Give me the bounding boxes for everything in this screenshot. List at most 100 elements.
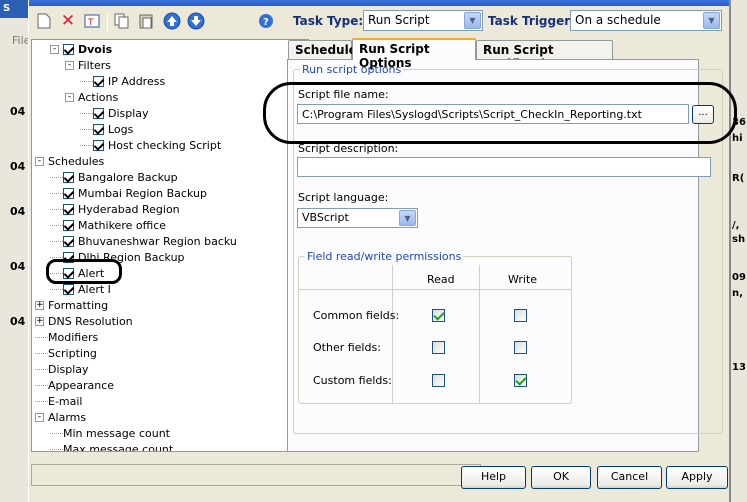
tree-item[interactable]: Mathikere office <box>50 217 166 233</box>
tree-item[interactable]: - Actions <box>65 89 118 105</box>
task-dialog: ✕ T ? Task Type: Run Script ▼ Task Trigg… <box>28 0 737 502</box>
tab-run-script-notification[interactable]: Run Script Notification <box>476 40 613 71</box>
ok-button[interactable]: OK <box>531 466 591 489</box>
background-row-number: 04 <box>10 260 26 273</box>
tree-item-label: Scripting <box>48 346 97 360</box>
rename-icon[interactable]: T <box>83 12 101 30</box>
other-fields-write-checkbox[interactable] <box>514 341 527 354</box>
tree-item-label: Host checking Script <box>108 138 222 152</box>
tree-item-checkbox[interactable] <box>93 75 104 87</box>
tree-item[interactable]: Logs <box>80 121 133 137</box>
expand-icon[interactable]: + <box>35 316 44 326</box>
tree-connector <box>35 352 48 354</box>
collapse-icon[interactable]: - <box>50 44 59 54</box>
background-fragment: /, <box>732 220 740 231</box>
tree-item[interactable]: Appearance <box>35 377 114 393</box>
tree-item-label: Logs <box>108 122 134 136</box>
background-window-left: S File 04 04 04 04 04 <box>0 0 30 502</box>
move-up-icon[interactable] <box>163 12 181 30</box>
tree-item-checkbox[interactable] <box>93 139 104 151</box>
custom-fields-write-checkbox[interactable] <box>514 374 527 387</box>
tree-item[interactable]: Display <box>35 361 89 377</box>
common-fields-read-checkbox[interactable] <box>432 309 445 322</box>
copy-icon[interactable] <box>113 12 131 30</box>
new-icon[interactable] <box>35 12 53 30</box>
paste-icon[interactable] <box>137 12 155 30</box>
permissions-divider <box>479 265 480 403</box>
tab-run-script-options[interactable]: Run Script Options <box>352 38 476 70</box>
tree-connector <box>80 144 93 146</box>
tree-connector <box>50 288 63 290</box>
permissions-title: Field read/write permissions <box>305 250 464 263</box>
tree-item-label: Modifiers <box>48 330 99 344</box>
help-icon[interactable]: ? <box>257 12 275 30</box>
tree-item[interactable]: - Alarms <box>35 409 86 425</box>
status-bar <box>31 464 481 486</box>
tree-item[interactable]: - Schedules <box>35 153 104 169</box>
tree-item[interactable]: + Formatting <box>35 297 108 313</box>
task-trigger-select[interactable]: On a schedule ▼ <box>570 10 722 31</box>
tree-item-label: Mathikere office <box>78 218 167 232</box>
tree-item-label: E-mail <box>48 394 83 408</box>
tree-item[interactable]: Min message count <box>50 425 170 441</box>
tree-item-checkbox[interactable] <box>63 43 74 55</box>
tree-item[interactable]: - Dvois <box>50 41 112 57</box>
move-down-icon[interactable] <box>187 12 205 30</box>
tree-item[interactable]: Max message count <box>50 441 173 451</box>
tree-item-label: Appearance <box>48 378 115 392</box>
tree-item-label: Dvois <box>78 42 113 56</box>
tree-item[interactable]: IP Address <box>80 73 165 89</box>
tree-item[interactable]: Bangalore Backup <box>50 169 178 185</box>
collapse-icon[interactable]: - <box>35 412 44 422</box>
tree-item-checkbox[interactable] <box>63 203 74 215</box>
tree-connector <box>50 176 63 178</box>
background-row-number: 04 <box>10 315 26 328</box>
help-button[interactable]: Help <box>461 466 526 489</box>
other-fields-read-checkbox[interactable] <box>432 341 445 354</box>
apply-button[interactable]: Apply <box>666 466 728 489</box>
tree-item[interactable]: Host checking Script <box>80 137 221 153</box>
cancel-button[interactable]: Cancel <box>597 466 662 489</box>
tree-item[interactable]: + DNS Resolution <box>35 313 133 329</box>
task-type-select[interactable]: Run Script ▼ <box>363 10 483 31</box>
task-trigger-value: On a schedule <box>575 13 661 27</box>
custom-fields-read-checkbox[interactable] <box>432 374 445 387</box>
tree-item-label: Alarms <box>48 410 87 424</box>
tree-item-label: IP Address <box>108 74 166 88</box>
tree-item-checkbox[interactable] <box>93 107 104 119</box>
tree-connector <box>35 336 48 338</box>
tree-connector <box>80 80 93 82</box>
background-fragment: R( <box>732 173 745 184</box>
tree-connector <box>35 400 48 402</box>
tree-connector <box>50 240 63 242</box>
tree-item[interactable]: - Filters <box>65 57 111 73</box>
tree-item-label: Bangalore Backup <box>78 170 178 184</box>
tab-schedule[interactable]: Schedule <box>288 40 357 59</box>
script-language-label: Script language: <box>298 191 389 204</box>
tree-item[interactable]: Display <box>80 105 149 121</box>
delete-icon[interactable]: ✕ <box>59 11 77 31</box>
collapse-icon[interactable]: - <box>65 60 74 70</box>
permissions-divider <box>392 265 393 403</box>
tree-item[interactable]: Hyderabad Region <box>50 201 180 217</box>
tree-item[interactable]: Mumbai Region Backup <box>50 185 207 201</box>
tree-item-label: Formatting <box>48 298 109 312</box>
script-language-select[interactable]: VBScript ▼ <box>297 208 418 228</box>
tree-item-checkbox[interactable] <box>63 283 74 295</box>
collapse-icon[interactable]: - <box>35 156 44 166</box>
tree-item[interactable]: Bhuvaneshwar Region backu <box>50 233 237 249</box>
tree-item-checkbox[interactable] <box>63 219 74 231</box>
tree-item-checkbox[interactable] <box>63 235 74 247</box>
tree-item-checkbox[interactable] <box>63 187 74 199</box>
common-fields-write-checkbox[interactable] <box>514 309 527 322</box>
tree-item[interactable]: E-mail <box>35 393 83 409</box>
tree-item-checkbox[interactable] <box>63 171 74 183</box>
task-trigger-label: Task Trigger: <box>488 14 575 28</box>
tree-item-checkbox[interactable] <box>93 123 104 135</box>
script-description-input[interactable] <box>297 157 711 177</box>
collapse-icon[interactable]: - <box>65 92 74 102</box>
tree-item[interactable]: Modifiers <box>35 329 98 345</box>
expand-icon[interactable]: + <box>35 300 44 310</box>
tree-item[interactable]: Scripting <box>35 345 97 361</box>
tree-item-label: Display <box>48 362 89 376</box>
